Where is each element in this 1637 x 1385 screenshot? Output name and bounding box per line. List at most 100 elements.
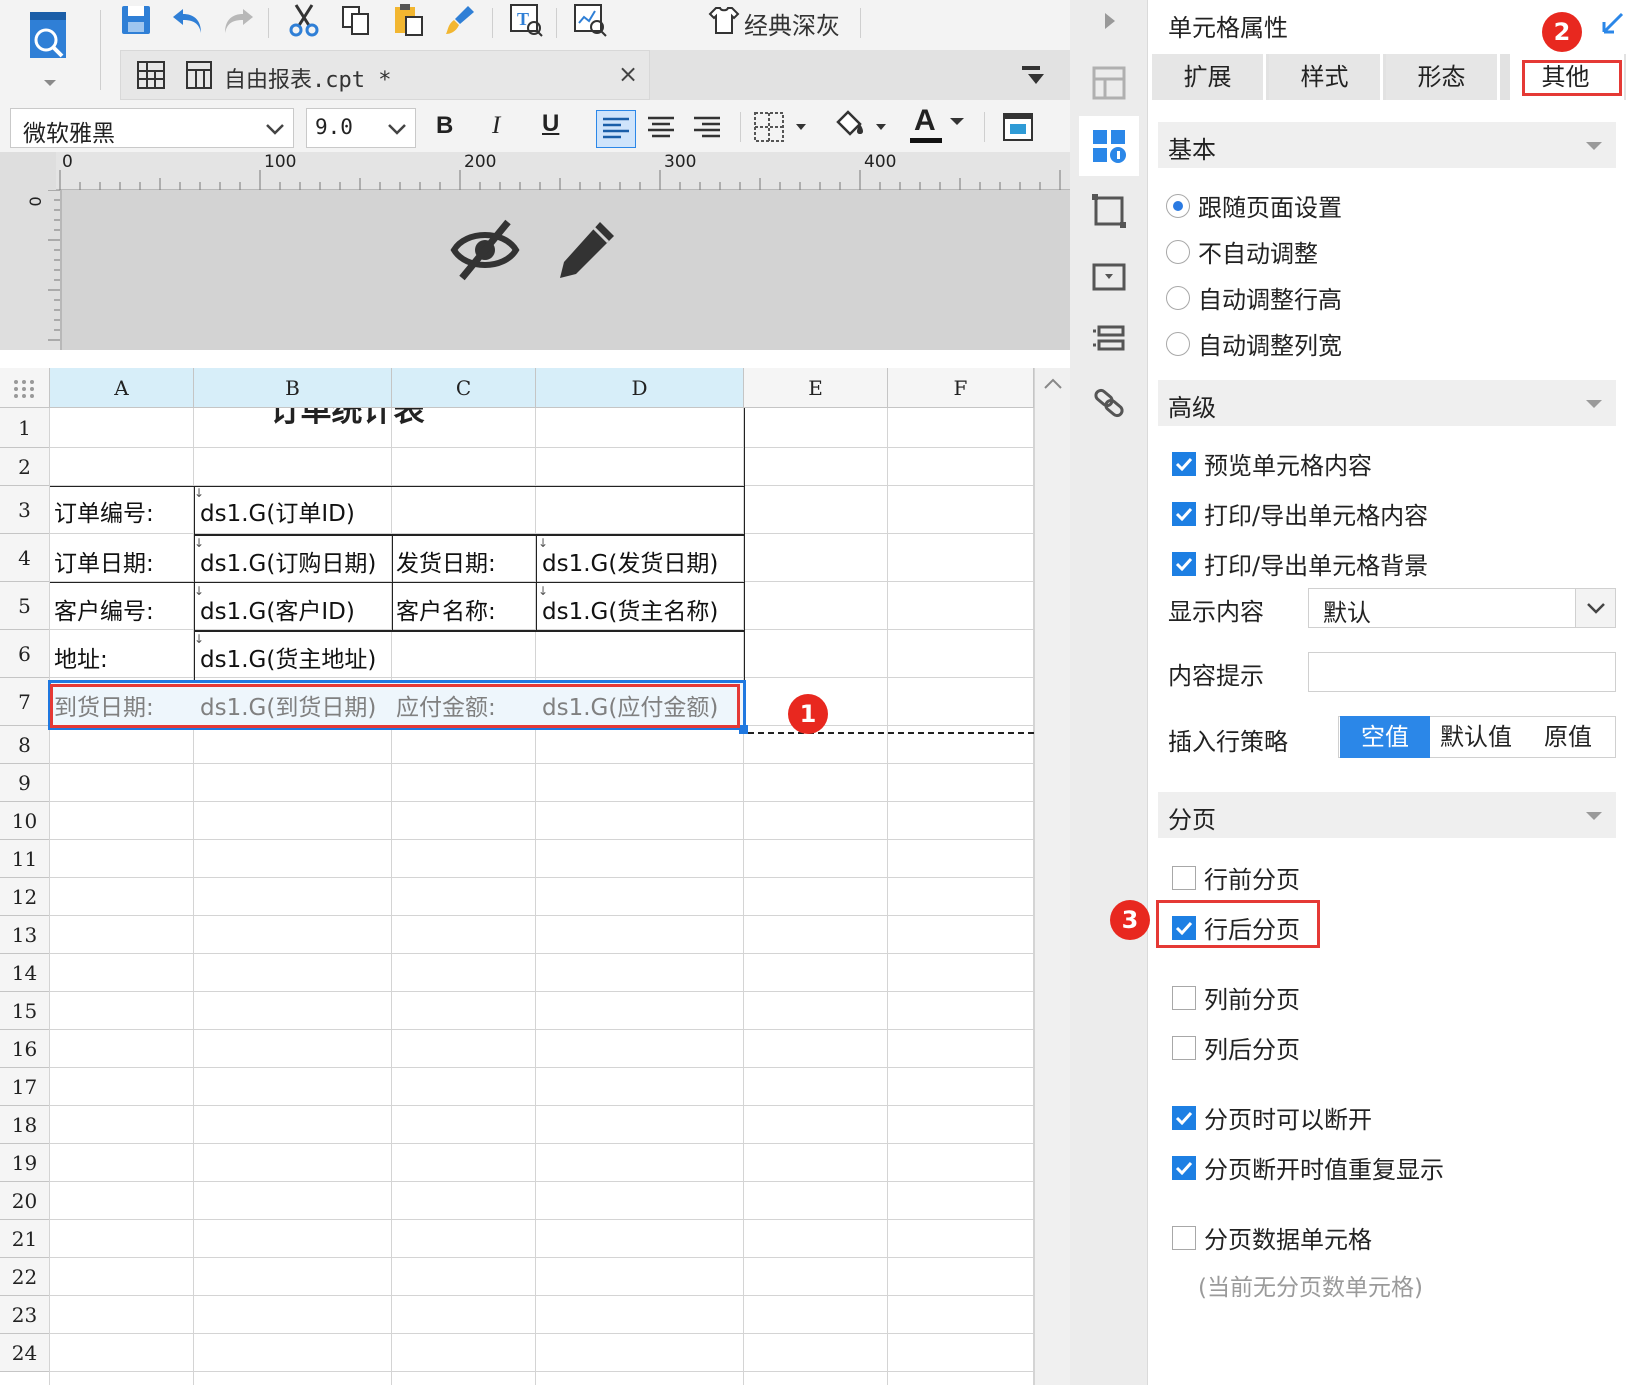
column-header-e[interactable]: E	[744, 368, 888, 408]
tab-expand[interactable]: 扩展	[1152, 54, 1266, 100]
format-brush-icon[interactable]	[440, 0, 480, 40]
row-header[interactable]: 14	[0, 954, 50, 992]
radio-follow-page[interactable]: 跟随页面设置	[1166, 188, 1342, 223]
content-hint-input[interactable]	[1308, 652, 1616, 692]
selection-handle[interactable]	[739, 725, 748, 734]
checkbox-checked[interactable]	[1172, 1105, 1196, 1130]
check-print-background[interactable]: 打印/导出单元格背景	[1166, 546, 1428, 581]
check-repeat-value[interactable]: 分页断开时值重复显示	[1166, 1150, 1444, 1185]
hyperlink-icon[interactable]	[1088, 382, 1130, 424]
radio-auto-col-width[interactable]: 自动调整列宽	[1166, 326, 1342, 361]
align-center-button[interactable]	[642, 110, 680, 146]
file-tab-label[interactable]: 自由报表.cpt *	[224, 62, 391, 94]
column-header-d[interactable]: D	[536, 368, 744, 408]
column-header-c[interactable]: C	[392, 368, 536, 408]
scroll-up-icon[interactable]	[1035, 368, 1070, 398]
check-print-content[interactable]: 打印/导出单元格内容	[1166, 496, 1428, 531]
tab-form[interactable]: 形态	[1386, 54, 1500, 100]
checkbox-unchecked[interactable]	[1172, 985, 1196, 1010]
cell-b4[interactable]: ds1.G(订购日期)	[200, 544, 376, 578]
widget-icon[interactable]	[1088, 190, 1130, 232]
cell-b3[interactable]: ds1.G(订单ID)	[200, 494, 355, 528]
paste-icon[interactable]	[388, 0, 428, 40]
cell-c4[interactable]: 发货日期:	[396, 544, 496, 578]
cell-a4[interactable]: 订单日期:	[54, 544, 154, 578]
row-header[interactable]: 10	[0, 802, 50, 840]
preview-icon[interactable]	[24, 8, 74, 88]
row-header[interactable]: 16	[0, 1030, 50, 1068]
row-header[interactable]: 24	[0, 1334, 50, 1372]
check-preview-content[interactable]: 预览单元格内容	[1166, 446, 1372, 481]
cut-icon[interactable]	[284, 0, 324, 40]
cell-a3[interactable]: 订单编号:	[54, 494, 154, 528]
cell-d4[interactable]: ds1.G(发货日期)	[542, 544, 718, 578]
row-header[interactable]: 9	[0, 764, 50, 802]
tab-menu-icon[interactable]	[1020, 64, 1046, 88]
bold-button[interactable]: B	[436, 112, 453, 140]
radio-no-auto[interactable]: 不自动调整	[1166, 234, 1318, 269]
check-breakable[interactable]: 分页时可以断开	[1166, 1100, 1372, 1135]
column-header-b[interactable]: B	[194, 368, 392, 408]
page-layout-icon[interactable]	[1088, 62, 1130, 104]
undo-icon[interactable]	[168, 0, 208, 40]
condition-attribute-icon[interactable]	[1088, 256, 1130, 298]
strategy-original-button[interactable]: 原值	[1522, 716, 1614, 758]
underline-button[interactable]: U	[542, 110, 559, 138]
row-header[interactable]: 6	[0, 630, 50, 678]
radio-button[interactable]	[1166, 331, 1190, 356]
pin-panel-icon[interactable]	[1600, 8, 1628, 36]
row-header[interactable]: 18	[0, 1106, 50, 1144]
data-column-icon[interactable]	[1088, 318, 1130, 360]
checkbox-checked[interactable]	[1172, 451, 1196, 476]
row-header[interactable]: 21	[0, 1220, 50, 1258]
radio-auto-row-height[interactable]: 自动调整行高	[1166, 280, 1342, 315]
align-left-button[interactable]	[596, 110, 636, 148]
close-tab-icon[interactable]: ×	[618, 60, 638, 88]
row-header[interactable]: 19	[0, 1144, 50, 1182]
row-header[interactable]: 23	[0, 1296, 50, 1334]
sheet-grid-icon[interactable]	[136, 60, 166, 90]
strategy-default-button[interactable]: 默认值	[1430, 716, 1522, 758]
row-header[interactable]: 20	[0, 1182, 50, 1220]
copy-icon[interactable]	[336, 0, 376, 40]
strategy-null-button[interactable]: 空值	[1340, 716, 1430, 758]
redo-icon[interactable]	[218, 0, 258, 40]
checkbox-unchecked[interactable]	[1172, 1035, 1196, 1060]
checkbox-checked[interactable]	[1172, 501, 1196, 526]
row-header[interactable]: 3	[0, 486, 50, 534]
theme-label[interactable]: 经典深灰	[744, 6, 840, 41]
row-header[interactable]: 17	[0, 1068, 50, 1106]
section-paging[interactable]: 分页	[1158, 792, 1616, 838]
cell-properties-icon[interactable]	[1079, 116, 1139, 176]
row-header[interactable]: 4	[0, 534, 50, 582]
row-header[interactable]: 7	[0, 678, 50, 726]
fill-color-icon[interactable]	[832, 108, 896, 146]
radio-button[interactable]	[1166, 193, 1190, 218]
checkbox-unchecked[interactable]	[1172, 865, 1196, 890]
row-header[interactable]: 5	[0, 582, 50, 630]
vertical-scrollbar[interactable]	[1034, 368, 1070, 1385]
row-header[interactable]: 2	[0, 448, 50, 486]
cell-a6[interactable]: 地址:	[54, 640, 108, 674]
row-header[interactable]: 15	[0, 992, 50, 1030]
cell-a5[interactable]: 客户编号:	[54, 592, 154, 626]
hide-header-icon[interactable]	[450, 216, 520, 282]
cell-b6[interactable]: ds1.G(货主地址)	[200, 640, 376, 674]
cell-d5[interactable]: ds1.G(货主名称)	[542, 592, 718, 626]
spreadsheet-grid[interactable]: A B C D E F 1 2 3 4 5 6 7 8 9 10 11 12 13 14 15 16 17 18 1…	[0, 368, 1070, 1385]
row-header[interactable]: 1	[0, 408, 50, 448]
checkbox-checked[interactable]	[1172, 551, 1196, 576]
insert-text-icon[interactable]: T	[506, 0, 546, 40]
radio-button[interactable]	[1166, 239, 1190, 264]
collapse-panel-icon[interactable]	[1088, 0, 1130, 42]
check-page-after-col[interactable]: 列后分页	[1166, 1030, 1300, 1065]
section-basic[interactable]: 基本	[1158, 122, 1616, 168]
row-header[interactable]: 22	[0, 1258, 50, 1296]
select-all-corner[interactable]	[0, 368, 50, 408]
check-paging-data-cell[interactable]: 分页数据单元格	[1166, 1220, 1372, 1255]
row-header[interactable]: 11	[0, 840, 50, 878]
row-header[interactable]: 12	[0, 878, 50, 916]
radio-button[interactable]	[1166, 285, 1190, 310]
theme-icon[interactable]	[704, 0, 744, 40]
italic-button[interactable]: I	[492, 112, 500, 140]
